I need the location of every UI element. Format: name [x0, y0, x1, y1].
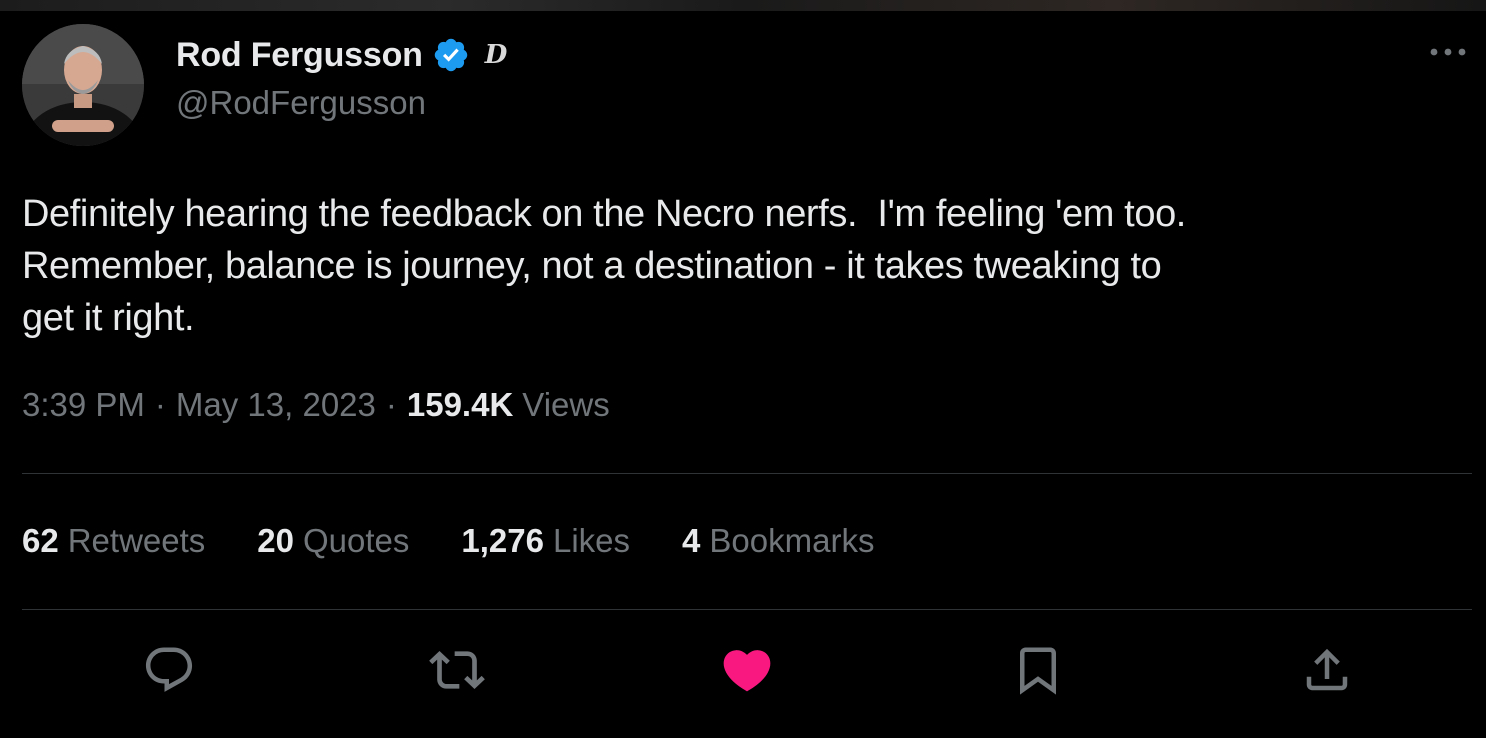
stat-label: Quotes	[303, 522, 410, 559]
divider	[22, 473, 1472, 474]
like-icon	[723, 650, 771, 692]
share-icon	[1306, 648, 1348, 691]
author-handle[interactable]: @RodFergusson	[176, 84, 426, 122]
stat-count: 1,276	[461, 522, 544, 559]
quotes-stat[interactable]: 20 Quotes	[257, 522, 409, 560]
share-button[interactable]	[1297, 640, 1357, 700]
reply-button[interactable]	[139, 640, 199, 700]
stat-label: Retweets	[67, 522, 206, 559]
avatar[interactable]	[22, 24, 144, 146]
likes-stat[interactable]: 1,276 Likes	[461, 522, 630, 560]
bookmark-icon	[1020, 647, 1056, 695]
stat-label: Likes	[553, 522, 631, 559]
retweet-icon	[429, 651, 485, 689]
background-strip	[0, 0, 1486, 11]
retweets-stat[interactable]: 62 Retweets	[22, 522, 205, 560]
bookmark-button[interactable]	[1008, 640, 1068, 700]
stat-count: 4	[682, 522, 701, 559]
meta-separator: ·	[385, 386, 397, 423]
affiliate-badge-icon[interactable]: D	[485, 42, 508, 68]
retweet-button[interactable]	[427, 640, 487, 700]
tweet-text: Definitely hearing the feedback on the N…	[22, 193, 1186, 339]
tweet-time[interactable]: 3:39 PM	[22, 386, 145, 424]
verified-badge-icon	[431, 35, 471, 75]
more-options-icon[interactable]	[1424, 36, 1472, 68]
stat-count: 62	[22, 522, 59, 559]
engagement-stats: 62 Retweets 20 Quotes 1,276 Likes 4 Book…	[22, 522, 926, 560]
tweet-date[interactable]: May 13, 2023	[176, 386, 376, 424]
views-label[interactable]: Views	[522, 386, 609, 424]
meta-separator: ·	[154, 386, 166, 423]
divider	[22, 609, 1472, 610]
reply-icon	[145, 647, 193, 692]
tweet-metadata: 3:39 PM · May 13, 2023 · 159.4K Views	[22, 386, 610, 424]
views-count[interactable]: 159.4K	[407, 386, 513, 424]
stat-label: Bookmarks	[709, 522, 875, 559]
like-button[interactable]	[717, 640, 777, 700]
stat-count: 20	[257, 522, 294, 559]
bookmarks-stat[interactable]: 4 Bookmarks	[682, 522, 874, 560]
author-name[interactable]: Rod Fergusson	[176, 36, 423, 75]
